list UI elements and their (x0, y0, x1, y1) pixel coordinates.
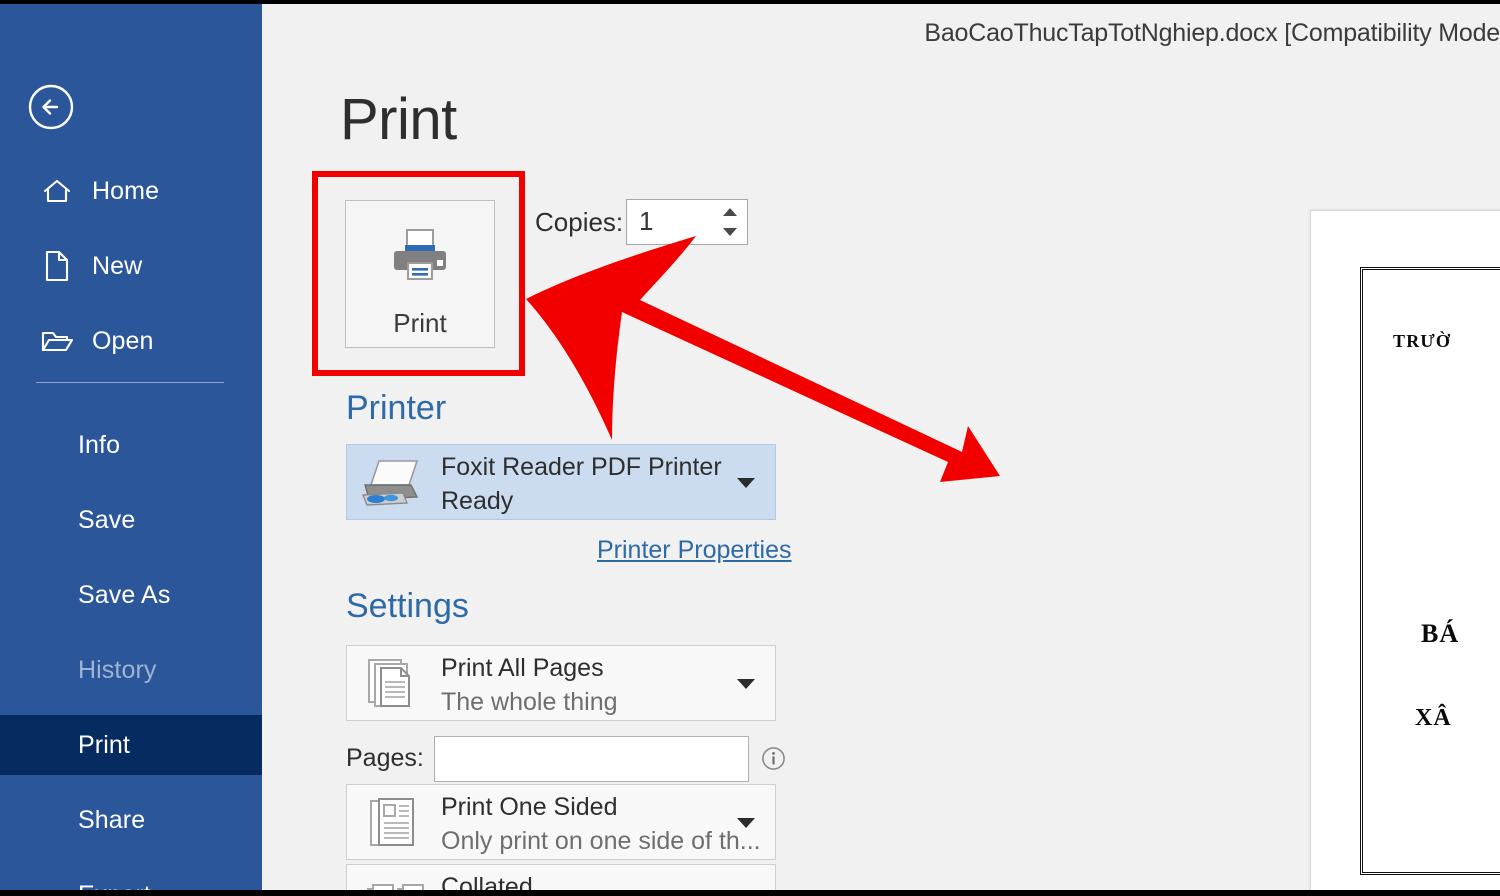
sidebar-item-label: Share (78, 805, 146, 834)
printer-name: Foxit Reader PDF Printer (441, 453, 722, 481)
printer-icon (389, 227, 451, 288)
backstage-sidebar: Home New Open Info Save Save As History … (0, 4, 262, 890)
sidebar-item-save[interactable]: Save (0, 495, 262, 545)
back-arrow-icon[interactable] (26, 82, 76, 132)
sidebar-item-save-as[interactable]: Save As (0, 570, 262, 620)
print-settings-pane: Print Print Copies: Printe (262, 64, 864, 890)
sidebar-item-label: History (78, 655, 157, 684)
settings-section-heading: Settings (346, 587, 469, 625)
copies-input[interactable] (639, 206, 709, 237)
print-sided-title: Print One Sided (441, 793, 618, 821)
printer-device-icon (359, 457, 431, 514)
preview-text-line: TRƯỜ (1393, 331, 1452, 351)
title-bar: BaoCaoThucTapTotNghiep.docx [Compatibili… (262, 4, 1500, 64)
sidebar-item-new[interactable]: New (0, 241, 262, 291)
printer-section-heading: Printer (346, 389, 447, 427)
printer-status: Ready (441, 487, 514, 515)
copies-stepper[interactable] (626, 199, 748, 245)
page-icon (36, 249, 78, 283)
sidebar-item-label: Info (78, 430, 121, 459)
copies-decrement-icon[interactable] (723, 228, 737, 236)
print-sided-subtitle: Only print on one side of th... (441, 827, 761, 855)
folder-icon (36, 324, 78, 358)
page-title: Print (340, 87, 457, 152)
copies-label: Copies: (535, 207, 624, 237)
pages-label: Pages: (346, 744, 424, 772)
sidebar-item-share[interactable]: Share (0, 795, 262, 845)
preview-text-line: BÁ (1421, 619, 1460, 648)
sidebar-item-home[interactable]: Home (0, 166, 262, 216)
print-collation-title: Collated (441, 873, 533, 890)
sidebar-item-label: Save As (78, 580, 171, 609)
document-title: BaoCaoThucTapTotNghiep.docx [Compatibili… (924, 19, 1500, 47)
pages-row: Pages: (346, 736, 785, 782)
pages-input[interactable] (434, 736, 749, 782)
chevron-down-icon[interactable] (737, 679, 755, 689)
chevron-down-icon[interactable] (737, 478, 755, 488)
printer-properties-link[interactable]: Printer Properties (597, 536, 792, 565)
sidebar-item-label: Open (92, 326, 154, 355)
print-preview-pane: TRƯỜ BÁ XÂ (863, 64, 1500, 890)
sidebar-divider (36, 382, 224, 383)
print-collation-select[interactable]: Collated (346, 864, 776, 890)
one-sided-page-icon (365, 795, 423, 856)
print-sided-select[interactable]: Print One Sided Only print on one side o… (346, 784, 776, 860)
home-icon (36, 174, 78, 208)
info-icon[interactable] (761, 746, 786, 771)
sidebar-item-label: Export (78, 881, 151, 891)
sidebar-item-info[interactable]: Info (0, 420, 262, 470)
print-range-title: Print All Pages (441, 654, 604, 682)
copies-increment-icon[interactable] (723, 208, 737, 216)
print-range-subtitle: The whole thing (441, 688, 618, 716)
preview-text-line: XÂ (1415, 705, 1452, 731)
print-button[interactable]: Print (345, 200, 495, 348)
preview-page: TRƯỜ BÁ XÂ (1310, 210, 1500, 890)
word-print-backstage: Home New Open Info Save Save As History … (0, 0, 1500, 896)
sidebar-item-label: Print (78, 730, 130, 759)
stacked-pages-icon (365, 656, 423, 717)
print-range-select[interactable]: Print All Pages The whole thing (346, 645, 776, 721)
sidebar-item-print[interactable]: Print (0, 715, 262, 775)
sidebar-item-label: Home (92, 176, 160, 205)
sidebar-item-history: History (0, 645, 262, 695)
printer-select[interactable]: Foxit Reader PDF Printer Ready (346, 444, 776, 520)
sidebar-item-label: New (92, 251, 143, 280)
collated-pages-icon (365, 879, 427, 890)
chevron-down-icon[interactable] (737, 818, 755, 828)
sidebar-item-label: Save (78, 505, 136, 534)
preview-page-border (1360, 267, 1500, 875)
sidebar-item-open[interactable]: Open (0, 316, 262, 366)
print-button-label: Print (393, 308, 447, 338)
sidebar-item-export[interactable]: Export (0, 870, 262, 891)
